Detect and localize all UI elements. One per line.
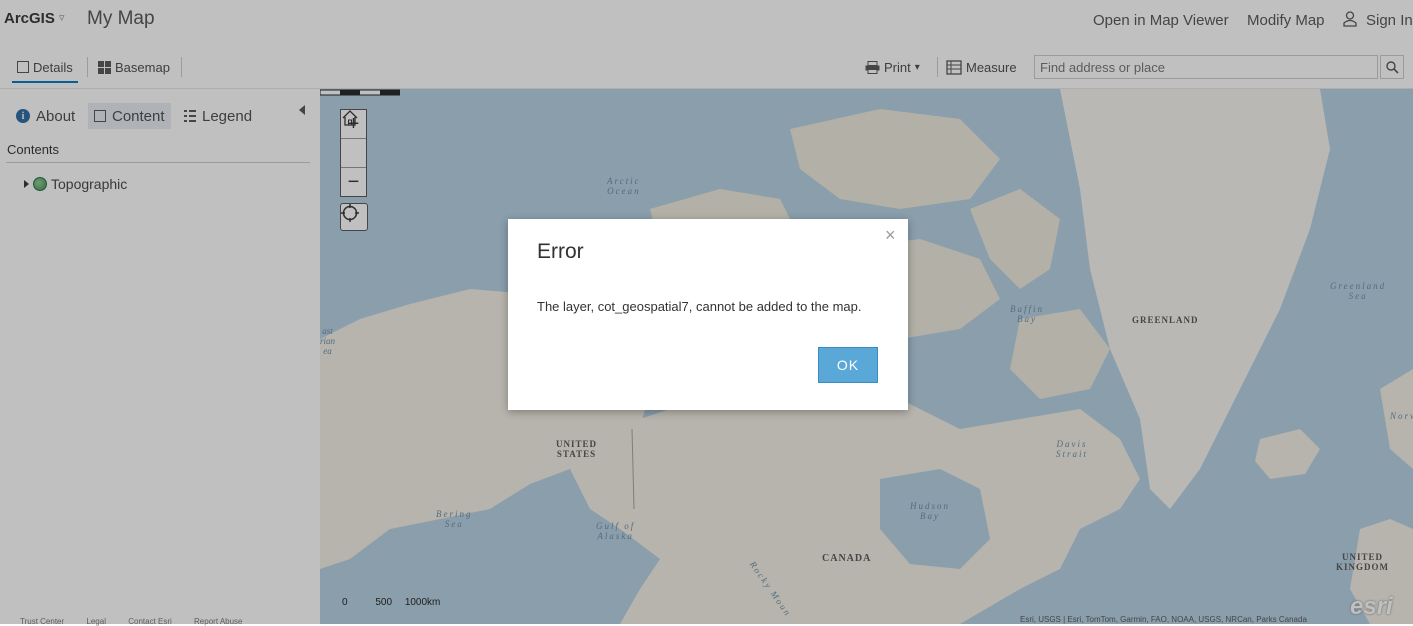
ok-button[interactable]: OK xyxy=(818,347,878,383)
close-icon[interactable]: × xyxy=(885,225,896,246)
dialog-title: Error xyxy=(537,240,584,263)
error-dialog: Error × The layer, cot_geospatial7, cann… xyxy=(508,219,908,410)
dialog-message: The layer, cot_geospatial7, cannot be ad… xyxy=(537,299,862,314)
